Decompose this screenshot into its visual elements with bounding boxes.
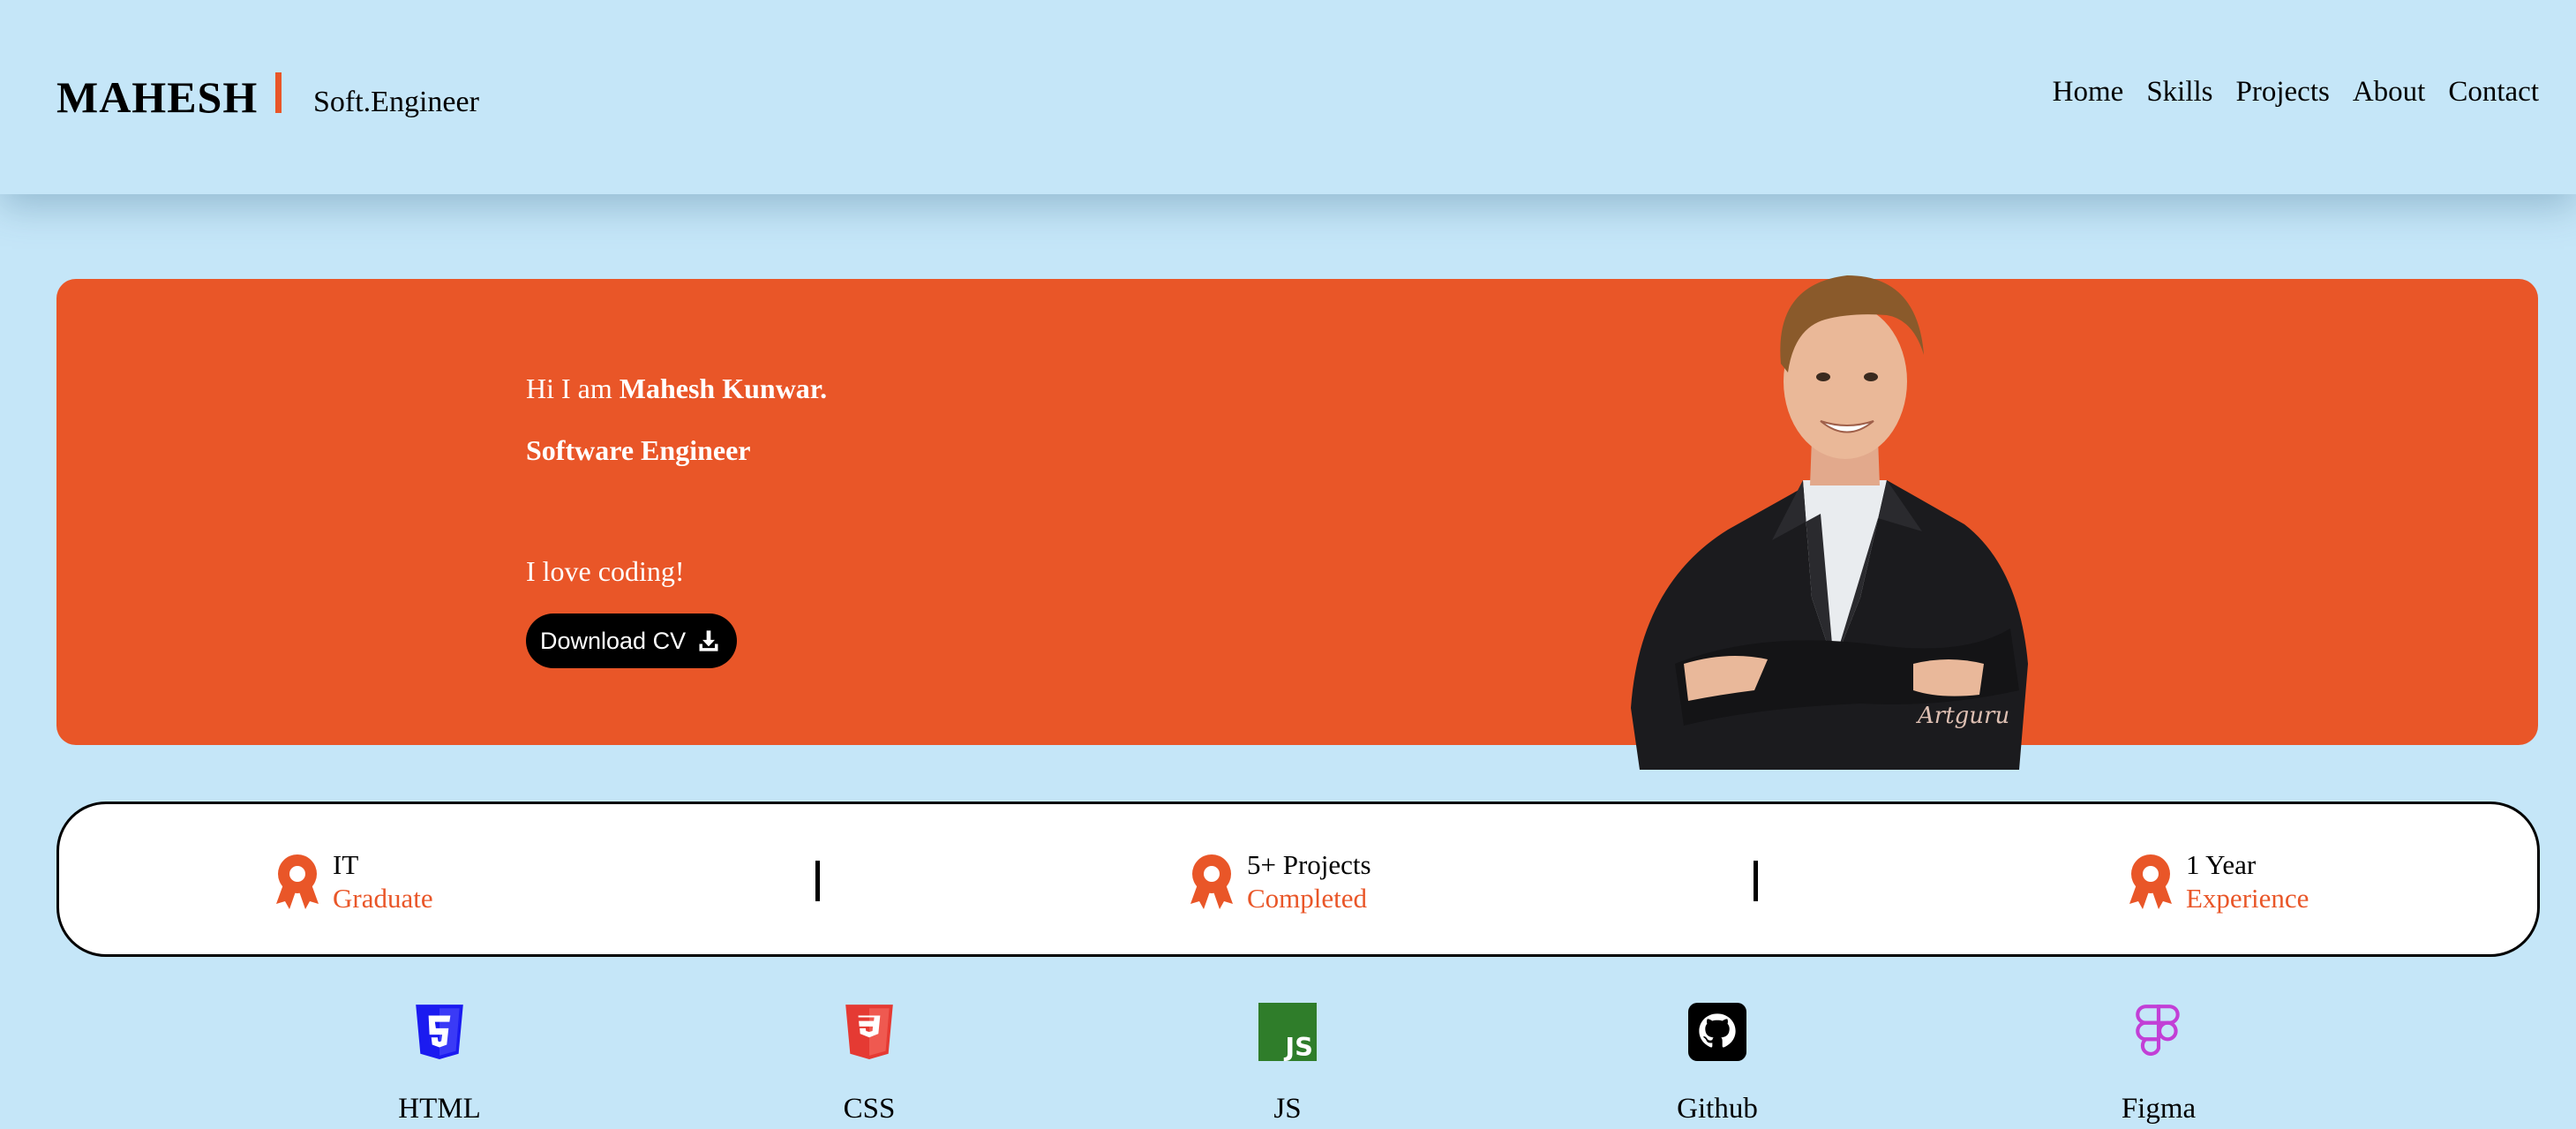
stat-title: 1 Year [2186,849,2257,880]
skill-js[interactable]: JS JS [1199,1003,1376,1126]
stat-experience: 1 Year Experience [2128,848,2309,915]
download-icon [699,630,718,651]
stat-graduate: IT Graduate [274,848,433,915]
stats-card: IT Graduate 5+ Projects Completed 1 Year… [56,802,2540,957]
nav-skills[interactable]: Skills [2146,74,2212,109]
js-icon: JS [1258,1003,1317,1061]
skill-css[interactable]: CSS [781,1003,958,1126]
nav-contact[interactable]: Contact [2448,74,2539,109]
skill-html[interactable]: HTML [351,1003,528,1126]
hero-tagline: I love coding! [526,555,685,587]
skill-github[interactable]: Github [1629,1003,1806,1126]
profile-photo [1631,275,2028,770]
site-logo[interactable]: MAHESH [56,69,258,125]
hero-text: Hi I am Mahesh Kunwar. Software Engineer… [526,371,827,668]
nav-about[interactable]: About [2353,74,2426,109]
figma-icon [2136,1005,2180,1056]
skill-label: Github [1677,1093,1758,1125]
html5-icon [416,1005,463,1059]
stat-subtitle: Graduate [333,883,433,914]
stats-divider [815,861,820,901]
site-header: MAHESH Soft.Engineer Home Skills Project… [0,0,2576,194]
nav-home[interactable]: Home [2053,74,2124,109]
stat-subtitle: Experience [2186,883,2309,914]
skill-figma[interactable]: Figma [2070,1003,2247,1126]
logo-divider [275,72,282,113]
main-nav: Home Skills Projects About Contact [2053,74,2539,109]
download-cv-label: Download CV [540,627,687,654]
award-icon [276,854,319,909]
skill-label: HTML [398,1093,481,1125]
award-icon [1190,854,1233,909]
stat-projects: 5+ Projects Completed [1189,848,1371,915]
hero-name: Mahesh Kunwar. [619,373,828,404]
stat-title: IT [333,849,359,880]
hero-greeting: Hi I am Mahesh Kunwar. [526,371,827,406]
css3-icon [845,1005,893,1059]
nav-projects[interactable]: Projects [2236,74,2330,109]
stat-subtitle: Completed [1247,883,1368,914]
award-icon [2129,854,2172,909]
image-watermark: Artguru [1918,703,2010,729]
hero-role: Software Engineer [526,434,751,466]
svg-text:JS: JS [1283,1032,1313,1061]
stat-title: 5+ Projects [1247,849,1371,880]
hero-banner: Hi I am Mahesh Kunwar. Software Engineer… [56,279,2538,745]
download-cv-button[interactable]: Download CV [526,613,738,668]
greeting-prefix: Hi I am [526,373,620,404]
github-icon [1688,1003,1746,1061]
skill-label: JS [1273,1093,1302,1125]
skill-label: CSS [843,1093,896,1125]
site-tagline: Soft.Engineer [313,86,479,118]
stats-divider [1754,861,1758,901]
skill-label: Figma [2121,1093,2197,1125]
